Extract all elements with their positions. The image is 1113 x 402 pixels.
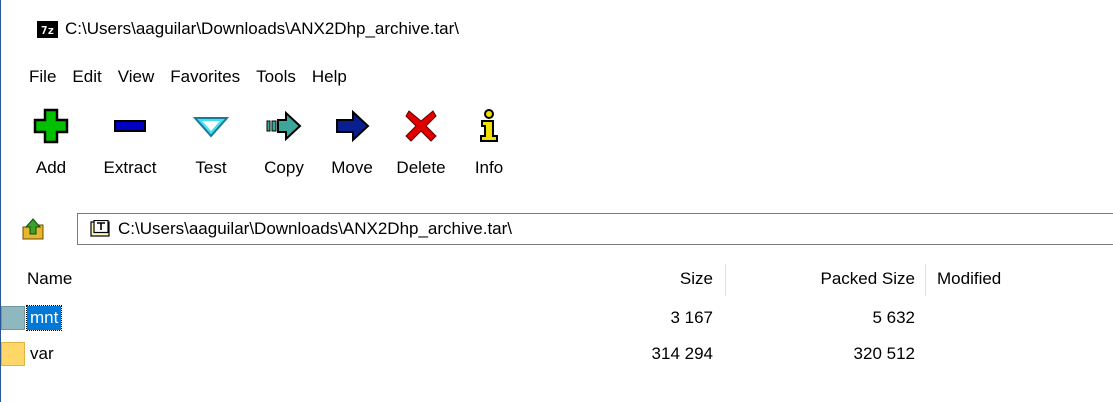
menu-bar: File Edit View Favorites Tools Help bbox=[1, 62, 1113, 92]
item-packed-size: 5 632 bbox=[872, 308, 915, 327]
name-cell: mnt bbox=[1, 300, 1113, 336]
copy-label: Copy bbox=[264, 158, 304, 177]
test-label: Test bbox=[195, 158, 227, 177]
7zip-app-icon: 7z bbox=[37, 20, 58, 38]
item-size: 3 167 bbox=[670, 308, 713, 327]
list-item[interactable]: mnt 3 167 5 632 bbox=[1, 300, 1113, 336]
extract-label: Extract bbox=[103, 158, 157, 177]
delete-button[interactable]: Delete bbox=[391, 108, 451, 178]
address-bar: C:\Users\aaguilar\Downloads\ANX2Dhp_arch… bbox=[1, 206, 1113, 252]
column-header-name[interactable]: Name bbox=[27, 258, 72, 300]
copy-arrow-icon bbox=[266, 108, 302, 144]
window-title: C:\Users\aaguilar\Downloads\ANX2Dhp_arch… bbox=[65, 19, 460, 38]
name-cell: var bbox=[1, 336, 1113, 372]
move-arrow-icon bbox=[334, 108, 370, 144]
app-window: 7z C:\Users\aaguilar\Downloads\ANX2Dhp_a… bbox=[0, 0, 1113, 402]
column-separator[interactable] bbox=[725, 264, 726, 296]
folder-icon bbox=[1, 342, 25, 366]
menu-favorites[interactable]: Favorites bbox=[162, 62, 248, 92]
move-button[interactable]: Move bbox=[325, 108, 379, 178]
delete-x-icon bbox=[403, 108, 439, 144]
extract-minus-icon bbox=[112, 108, 148, 144]
column-header-modified[interactable]: Modified bbox=[937, 258, 1001, 300]
item-size: 314 294 bbox=[651, 344, 713, 363]
up-folder-icon bbox=[22, 218, 44, 240]
list-item[interactable]: var 314 294 320 512 bbox=[1, 336, 1113, 372]
column-separator[interactable] bbox=[925, 264, 926, 296]
toolbar: Add Extract Test Copy Move Delete Info bbox=[1, 108, 1113, 194]
archive-type-icon bbox=[90, 220, 112, 238]
column-header-packed-size[interactable]: Packed Size bbox=[741, 258, 916, 300]
up-folder-button[interactable] bbox=[21, 217, 45, 241]
item-name: var bbox=[30, 344, 54, 363]
item-packed-size: 320 512 bbox=[853, 344, 915, 363]
path-text: C:\Users\aaguilar\Downloads\ANX2Dhp_arch… bbox=[118, 219, 513, 238]
menu-file[interactable]: File bbox=[1, 62, 64, 92]
add-button[interactable]: Add bbox=[27, 108, 75, 178]
test-button[interactable]: Test bbox=[187, 108, 235, 178]
menu-edit[interactable]: Edit bbox=[64, 62, 109, 92]
delete-label: Delete bbox=[396, 158, 446, 177]
list-header: Name Size Packed Size Modified bbox=[1, 258, 1113, 300]
copy-button[interactable]: Copy bbox=[257, 108, 311, 178]
info-label: Info bbox=[474, 158, 504, 177]
extract-button[interactable]: Extract bbox=[95, 108, 165, 178]
menu-help[interactable]: Help bbox=[304, 62, 355, 92]
menu-view[interactable]: View bbox=[110, 62, 163, 92]
info-icon bbox=[471, 108, 507, 144]
column-header-size[interactable]: Size bbox=[561, 258, 713, 300]
folder-icon bbox=[1, 306, 25, 330]
test-check-icon bbox=[193, 108, 229, 144]
add-plus-icon bbox=[33, 108, 69, 144]
move-label: Move bbox=[331, 158, 373, 177]
menu-tools[interactable]: Tools bbox=[248, 62, 304, 92]
file-list: Name Size Packed Size Modified mnt 3 167… bbox=[1, 258, 1113, 402]
path-input[interactable]: C:\Users\aaguilar\Downloads\ANX2Dhp_arch… bbox=[77, 213, 1113, 245]
info-button[interactable]: Info bbox=[471, 108, 507, 178]
title-bar[interactable]: 7z C:\Users\aaguilar\Downloads\ANX2Dhp_a… bbox=[1, 0, 1113, 58]
add-label: Add bbox=[35, 158, 67, 177]
item-name: mnt bbox=[25, 305, 63, 331]
